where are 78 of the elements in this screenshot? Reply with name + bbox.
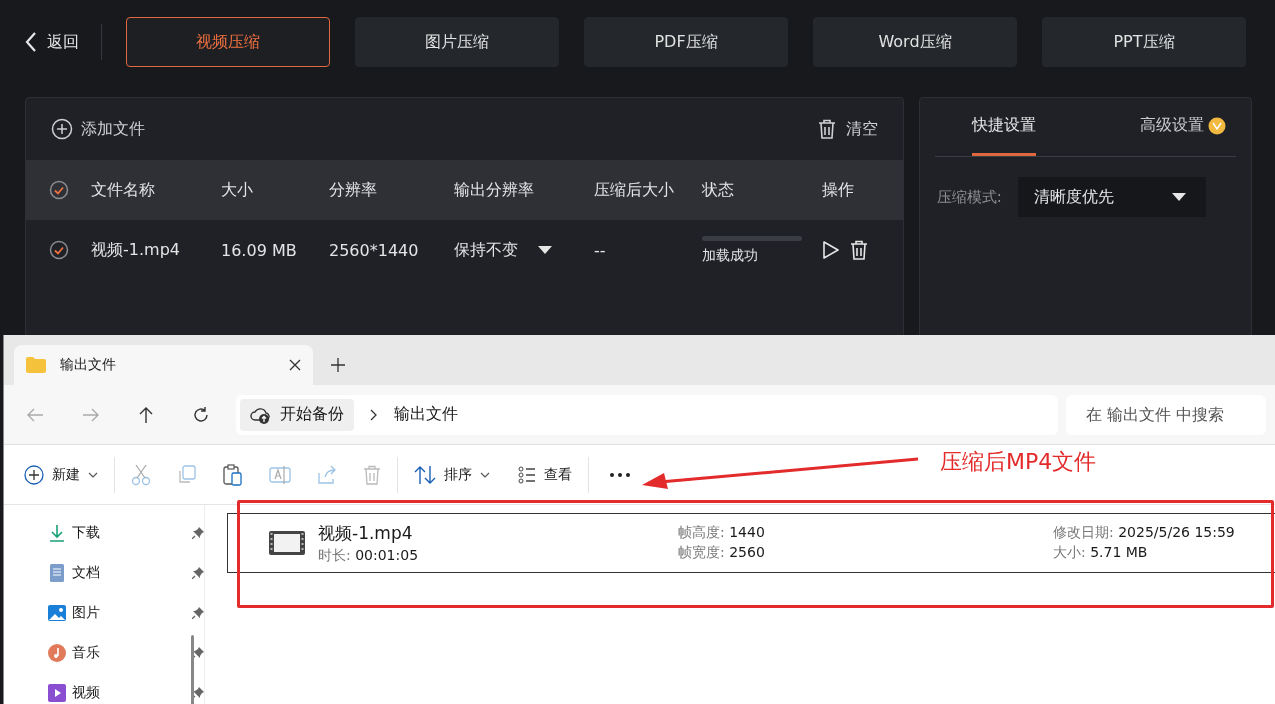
pin-icon (192, 687, 204, 699)
status-text: 加载成功 (702, 246, 759, 265)
breadcrumb-item[interactable]: 输出文件 (394, 404, 458, 425)
dropdown-caret-icon (1171, 193, 1186, 201)
file-detail: 修改日期: 2025/5/26 15:59 (1053, 524, 1235, 542)
explorer-tab[interactable]: 输出文件 (14, 345, 313, 385)
play-icon[interactable] (822, 240, 840, 260)
dropdown-caret-icon (538, 246, 552, 254)
field-label: 压缩模式: (935, 187, 1002, 207)
annotation-label: 压缩后MP4文件 (940, 448, 1097, 476)
column-header: 分辨率 (329, 179, 378, 201)
nav-item[interactable]: 文档 (4, 553, 204, 593)
tab[interactable]: 视频压缩 (126, 17, 330, 67)
nav-item[interactable]: 下载 (4, 513, 204, 553)
view-button[interactable]: 查看 (518, 465, 572, 484)
nav-item[interactable]: 视频 (4, 673, 204, 704)
file-name: 视频-1.mp4 (318, 521, 414, 545)
resolution-dropdown[interactable]: 保持不变 (454, 239, 594, 261)
breadcrumb-item[interactable]: 开始备份 (240, 398, 354, 431)
film-icon (268, 530, 306, 556)
table-cell-text: 16.09 MB (221, 240, 298, 260)
pin-icon (192, 607, 204, 619)
chevron-right-icon (370, 408, 378, 421)
tab[interactable]: Word压缩 (813, 17, 1017, 67)
mode-dropdown[interactable]: 清晰度优先 (1017, 177, 1206, 217)
column-header: 输出分辨率 (454, 179, 535, 201)
checked-checkbox-icon[interactable] (48, 240, 69, 260)
picture-icon (48, 604, 66, 622)
close-icon[interactable] (289, 359, 301, 371)
caret-icon (480, 471, 490, 478)
tab[interactable]: 图片压缩 (355, 17, 559, 67)
checked-checkbox-icon[interactable] (48, 180, 69, 200)
column-header: 状态 (702, 179, 735, 201)
table-cell-text: 2560*1440 (329, 240, 420, 260)
add-file-button[interactable]: 添加文件 (51, 118, 145, 140)
scrollbar[interactable] (191, 635, 194, 704)
column-header: 压缩后大小 (594, 179, 675, 201)
column-header: 文件名称 (91, 179, 156, 201)
pin-icon (192, 567, 204, 579)
up-arrow-icon[interactable] (138, 405, 154, 424)
search-field[interactable]: 在 输出文件 中搜索 (1066, 394, 1266, 435)
column-header: 操作 (822, 179, 855, 201)
file-detail: 时长: 00:01:05 (318, 546, 420, 565)
settings-tab[interactable]: 高级设置 (1140, 98, 1226, 156)
new-button[interactable]: 新建 (24, 464, 98, 485)
list-view-icon (518, 465, 536, 484)
file-detail: 大小: 5.71 MB (1053, 544, 1149, 562)
table-cell-text: -- (594, 240, 607, 260)
table-cell-text: 视频-1.mp4 (91, 239, 181, 261)
tab[interactable]: PPT压缩 (1042, 17, 1246, 67)
pin-icon (192, 647, 204, 659)
nav-item[interactable]: 图片 (4, 593, 204, 633)
settings-tab[interactable]: 快捷设置 (971, 98, 1036, 156)
more-options-icon[interactable] (609, 471, 631, 478)
address-bar[interactable]: 开始备份 输出文件 (236, 394, 1058, 435)
back-icon (25, 31, 37, 53)
trash-icon[interactable] (848, 239, 870, 261)
folder-icon (26, 357, 46, 373)
file-detail: 帧高度: 1440 (678, 524, 766, 542)
clear-button[interactable]: 清空 (815, 118, 878, 140)
back-button[interactable]: 返回 (25, 31, 79, 53)
column-header: 大小 (221, 179, 254, 201)
sort-button[interactable]: 排序 (414, 464, 490, 485)
document-icon (48, 564, 66, 582)
tab[interactable]: PDF压缩 (584, 17, 788, 67)
file-detail: 帧宽度: 2560 (678, 544, 766, 562)
music-note-icon (48, 644, 66, 662)
add-icon (51, 118, 73, 140)
pin-icon (192, 527, 204, 539)
download-icon (48, 524, 66, 542)
paste-icon[interactable] (223, 463, 243, 486)
plus-icon[interactable] (331, 358, 345, 372)
nav-item[interactable]: 音乐 (4, 633, 204, 673)
refresh-icon[interactable] (192, 405, 210, 424)
add-icon (24, 464, 44, 485)
file-item[interactable]: 视频-1.mp4 时长: 00:01:05 帧高度: 1440 帧宽度: 2560 修改日期: 2025/5/26 15:59 大小: 5.71 MB (227, 513, 1275, 573)
sort-icon (414, 464, 436, 485)
caret-icon (88, 471, 98, 478)
